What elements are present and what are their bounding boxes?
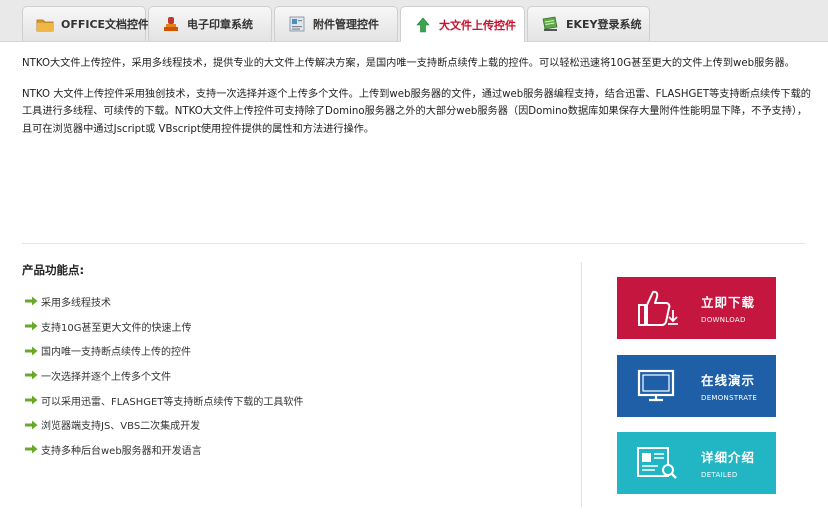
demo-sublabel: DEMONSTRATE — [701, 394, 758, 402]
document-magnifier-icon — [637, 447, 677, 479]
feature-text: 可以采用迅雷、FLASHGET等支持断点续传下载的工具软件 — [41, 396, 304, 408]
tab-label: 附件管理控件 — [313, 18, 379, 31]
feature-item: 支持多种后台web服务器和开发语言 — [25, 437, 303, 462]
ekey-keyboard-icon — [542, 16, 558, 31]
tab-label: 大文件上传控件 — [439, 18, 516, 32]
green-arrow-icon — [25, 395, 38, 405]
monitor-icon — [637, 369, 675, 402]
tab-label: OFFICE文档控件 — [61, 18, 150, 31]
feature-text: 支持10G甚至更大文件的快速上传 — [41, 322, 192, 334]
feature-text: 采用多线程技术 — [41, 297, 111, 309]
detailed-intro-button[interactable]: 详细介绍 DETAILED — [617, 432, 776, 494]
green-arrow-icon — [25, 370, 38, 380]
green-arrow-icon — [25, 444, 38, 454]
tab-office-control[interactable]: OFFICE文档控件 — [22, 6, 150, 41]
download-button[interactable]: 立即下载 DOWNLOAD — [617, 277, 776, 339]
tab-label: EKEY登录系统 — [566, 18, 642, 31]
demo-text: 在线演示 DEMONSTRATE — [701, 370, 757, 402]
product-tab-bar: OFFICE文档控件 电子印章系统 附件管理控件 大文件上传控件 EKEY登录系… — [0, 0, 828, 42]
upload-arrow-icon — [416, 17, 430, 32]
tab-label: 电子印章系统 — [187, 18, 253, 31]
demo-label: 在线演示 — [701, 373, 756, 388]
download-sublabel: DOWNLOAD — [701, 316, 746, 324]
tab-large-file-upload[interactable]: 大文件上传控件 — [400, 6, 525, 42]
tab-attachment-manager[interactable]: 附件管理控件 — [274, 6, 398, 41]
green-arrow-icon — [25, 346, 38, 356]
feature-item: 支持10G甚至更大文件的快速上传 — [25, 314, 303, 339]
download-text: 立即下载 DOWNLOAD — [701, 292, 755, 324]
feature-text: 国内唯一支持断点续传上传的控件 — [41, 347, 191, 359]
intro-paragraph-1: NTKO大文件上传控件，采用多线程技术，提供专业的大文件上传解决方案，是国内唯一… — [22, 58, 795, 69]
folder-icon — [36, 19, 54, 32]
attachment-manager-icon — [289, 16, 305, 32]
feature-item: 采用多线程技术 — [25, 289, 303, 314]
product-description: NTKO大文件上传控件，采用多线程技术，提供专业的大文件上传解决方案，是国内唯一… — [22, 55, 812, 151]
intro-paragraph-2: NTKO 大文件上传控件采用独创技术，支持一次选择并逐个上传多个文件。上传到we… — [22, 88, 811, 135]
green-arrow-icon — [25, 321, 38, 331]
feature-item: 可以采用迅雷、FLASHGET等支持断点续传下载的工具软件 — [25, 388, 303, 413]
green-arrow-icon — [25, 420, 38, 430]
stamp-icon — [164, 17, 178, 31]
detail-sublabel: DETAILED — [701, 471, 738, 479]
feature-text: 一次选择并逐个上传多个文件 — [41, 371, 171, 383]
column-divider — [581, 262, 582, 507]
download-label: 立即下载 — [701, 295, 756, 310]
online-demo-button[interactable]: 在线演示 DEMONSTRATE — [617, 355, 776, 417]
section-divider — [22, 243, 805, 244]
features-title: 产品功能点: — [22, 263, 85, 277]
features-list: 采用多线程技术 支持10G甚至更大文件的快速上传 国内唯一支持断点续传上传的控件… — [25, 289, 303, 462]
thumbs-up-download-icon — [638, 290, 678, 326]
detail-text: 详细介绍 DETAILED — [701, 447, 755, 479]
green-arrow-icon — [25, 296, 38, 306]
tab-ekey-login[interactable]: EKEY登录系统 — [527, 6, 650, 41]
feature-item: 一次选择并逐个上传多个文件 — [25, 363, 303, 388]
feature-text: 浏览器端支持JS、VBS二次集成开发 — [41, 421, 201, 433]
feature-item: 浏览器端支持JS、VBS二次集成开发 — [25, 412, 303, 437]
detail-label: 详细介绍 — [701, 450, 756, 465]
feature-item: 国内唯一支持断点续传上传的控件 — [25, 338, 303, 363]
feature-text: 支持多种后台web服务器和开发语言 — [41, 445, 202, 457]
tab-electronic-seal[interactable]: 电子印章系统 — [148, 6, 272, 41]
